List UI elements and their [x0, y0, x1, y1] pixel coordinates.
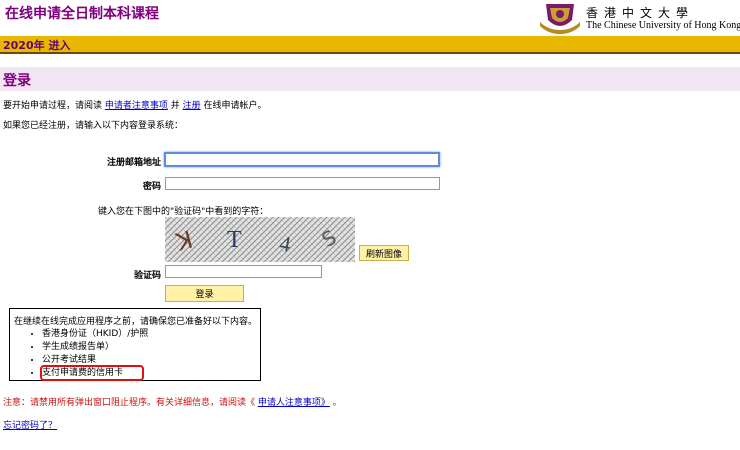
captcha-label: 验证码: [133, 271, 161, 281]
password-label: 密码: [142, 182, 161, 192]
list-item: 学生成绩报告单）: [42, 341, 148, 354]
applicant-notes-link[interactable]: 申请者注意事项: [105, 101, 168, 111]
email-label: 注册邮箱地址: [106, 158, 161, 168]
registered-text: 如果您已经注册，请输入以下内容登录系统：: [3, 121, 184, 131]
captcha-field[interactable]: [165, 265, 322, 278]
captcha-char: T: [227, 227, 242, 253]
list-item: 香港身份证（HKID）/护照: [42, 328, 148, 341]
logo-chinese-name: 香港中文大學: [586, 6, 695, 20]
login-heading-bar: 登录: [0, 67, 740, 91]
university-logo: 香港中文大學 The Chinese University of Hong Ko…: [536, 0, 740, 34]
login-button[interactable]: 登录: [165, 285, 244, 302]
year-bar: 2020年 进入: [0, 36, 740, 54]
applicant-notes-warning-link[interactable]: 申请人注意事项》: [258, 398, 330, 408]
forgot-password-link[interactable]: 忘记密码了？: [3, 418, 57, 431]
highlight-box: [40, 365, 144, 381]
checklist-intro: 在继续在线完成应用程序之前，请确保您已准备好以下内容。: [14, 317, 258, 327]
login-heading: 登录: [3, 73, 31, 89]
refresh-image-button[interactable]: 刷新图像: [359, 245, 409, 261]
year-bar-text: 2020年 进入: [3, 39, 71, 52]
captcha-image: ꓘ T 4 ꓢ: [165, 217, 355, 262]
popup-warning: 注意：请禁用所有弹出窗口阻止程序。有关详细信息，请阅读《 申请人注意事项》 。: [3, 398, 342, 408]
intro-text: 要开始申请过程，请阅读 申请者注意事项 并 注册 在线申请帐户。: [3, 101, 267, 111]
password-field[interactable]: [165, 177, 440, 190]
email-field[interactable]: [164, 152, 440, 167]
captcha-prompt: 键入您在下图中的"验证码"中看到的字符：: [98, 207, 269, 217]
register-link[interactable]: 注册: [183, 101, 201, 111]
page-header: 在线申请全日制本科课程 香港中文大學 The Chinese Universit…: [0, 0, 740, 34]
site-title: 在线申请全日制本科课程: [5, 6, 159, 22]
university-crest-icon: [540, 4, 580, 34]
logo-english-name: The Chinese University of Hong Kong: [586, 20, 740, 31]
